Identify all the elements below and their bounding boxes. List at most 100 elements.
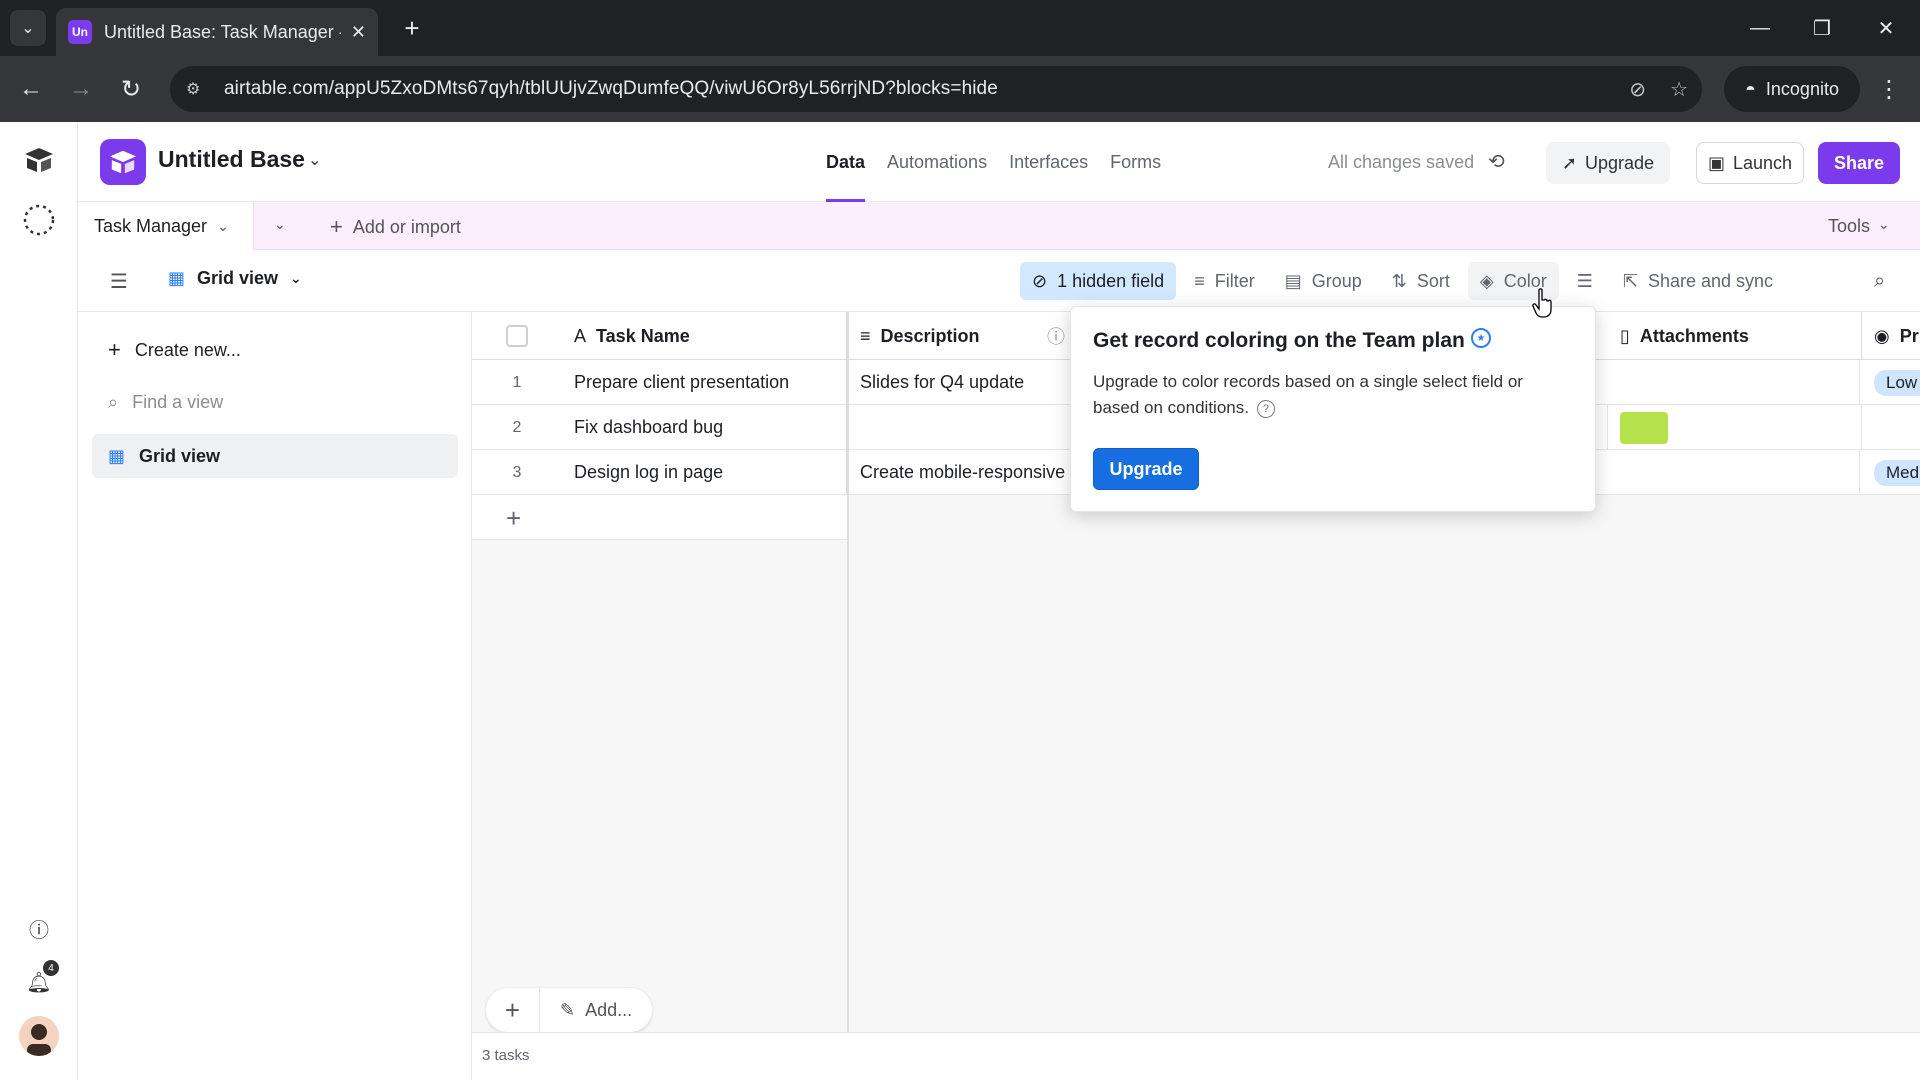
attachment-thumbnail[interactable] bbox=[1620, 411, 1668, 444]
base-name[interactable]: Untitled Base bbox=[158, 146, 305, 173]
row-number: 3 bbox=[512, 463, 522, 481]
popover-upgrade-button[interactable]: Upgrade bbox=[1093, 448, 1199, 490]
url-field[interactable]: ⚙ airtable.com/appU5ZxoDMts67qyh/tblUUjv… bbox=[170, 66, 1702, 112]
table-chevron-down-icon[interactable]: ⌄ bbox=[217, 218, 229, 235]
notifications-bell-icon[interactable]: 🔔︎ 4 bbox=[19, 960, 59, 1002]
filter-label: Filter bbox=[1214, 270, 1255, 291]
priority-cell[interactable]: Low bbox=[1862, 360, 1920, 405]
back-arrow-icon[interactable]: ← bbox=[14, 72, 48, 106]
task-name-cell[interactable]: Prepare client presentation bbox=[562, 360, 848, 405]
info-icon[interactable]: ⓘ bbox=[1047, 323, 1065, 349]
task-name-cell[interactable]: Fix dashboard bug bbox=[562, 405, 848, 450]
column-header-priority[interactable]: ◉ Pri bbox=[1862, 312, 1920, 360]
tools-menu[interactable]: Tools ⌄ bbox=[1828, 216, 1890, 237]
tab-close-icon[interactable]: ✕ bbox=[351, 22, 366, 43]
base-menu-chevron-down-icon[interactable]: ⌄ bbox=[308, 150, 321, 170]
add-with-ai-button[interactable]: ✎ Add... bbox=[540, 988, 652, 1032]
site-settings-icon[interactable]: ⚙ bbox=[186, 79, 208, 99]
column-header-attachments[interactable]: ▯ Attachments bbox=[1608, 312, 1862, 360]
sort-button[interactable]: ⇅ Sort bbox=[1380, 262, 1462, 300]
base-logo-icon[interactable] bbox=[100, 139, 146, 185]
add-or-import-button[interactable]: + Add or import bbox=[330, 214, 461, 240]
frozen-column-divider bbox=[847, 312, 849, 1032]
bottom-add-toolbar: + ✎ Add... bbox=[486, 988, 653, 1032]
tab-search-icon[interactable]: ⌄ bbox=[10, 10, 46, 46]
sidebar-view-label: Grid view bbox=[139, 445, 221, 466]
plus-icon: + bbox=[108, 337, 121, 362]
group-label: Group bbox=[1311, 270, 1362, 291]
primary-field-icon: A bbox=[574, 325, 587, 346]
task-name-cell[interactable]: Design log in page bbox=[562, 450, 848, 495]
new-tab-plus-icon[interactable]: + bbox=[396, 12, 428, 44]
row-number: 2 bbox=[512, 418, 522, 436]
browser-tab-active[interactable]: Un Untitled Base: Task Manager - / ✕ bbox=[56, 8, 378, 56]
create-new-view-button[interactable]: + Create new... bbox=[92, 328, 458, 372]
browser-menu-icon[interactable]: ⋮ bbox=[1872, 72, 1906, 106]
priority-cell[interactable]: Med bbox=[1862, 450, 1920, 495]
tools-chevron-down-icon: ⌄ bbox=[1878, 216, 1890, 232]
select-all-checkbox-cell[interactable] bbox=[472, 312, 562, 360]
tab-forms[interactable]: Forms bbox=[1110, 122, 1161, 202]
attachments-cell[interactable] bbox=[1608, 405, 1862, 450]
table-name: Task Manager bbox=[94, 215, 208, 236]
save-status: All changes saved bbox=[1328, 152, 1475, 172]
all-tables-chevron-down-icon[interactable]: ⌄ bbox=[274, 216, 286, 233]
group-button[interactable]: ▤ Group bbox=[1273, 262, 1374, 300]
incognito-badge[interactable]: ◓ Incognito bbox=[1724, 66, 1860, 112]
priority-cell[interactable] bbox=[1862, 405, 1920, 450]
close-window-icon[interactable]: ✕ bbox=[1866, 10, 1906, 46]
search-icon[interactable]: ⌕ bbox=[1874, 270, 1885, 293]
find-view-placeholder: Find a view bbox=[132, 391, 224, 412]
help-icon[interactable]: ⓘ bbox=[19, 908, 59, 948]
group-icon: ▤ bbox=[1284, 270, 1302, 291]
plus-icon: + bbox=[506, 503, 522, 533]
share-button[interactable]: Share bbox=[1818, 142, 1900, 184]
priority-pill: Med bbox=[1874, 459, 1920, 486]
eye-off-icon[interactable]: ⊘ bbox=[1629, 77, 1646, 102]
bookmark-star-icon[interactable]: ☆ bbox=[1670, 77, 1688, 102]
find-view-search-input[interactable]: ⌕ Find a view bbox=[92, 380, 458, 424]
record-count: 3 tasks bbox=[472, 1032, 1920, 1080]
upgrade-button-label: Upgrade bbox=[1585, 152, 1655, 173]
add-or-import-label: Add or import bbox=[352, 216, 461, 237]
create-new-label: Create new... bbox=[134, 339, 241, 360]
incognito-label: Incognito bbox=[1765, 78, 1839, 99]
team-plan-badge-icon: ★ bbox=[1471, 328, 1491, 348]
add-record-plus-icon[interactable]: + bbox=[486, 988, 540, 1032]
view-switcher[interactable]: ▦ Grid view ⌄ bbox=[168, 268, 302, 289]
long-text-icon: ≡ bbox=[860, 325, 871, 346]
add-record-row[interactable]: + bbox=[472, 495, 848, 540]
filter-button[interactable]: ≡ Filter bbox=[1182, 262, 1267, 300]
url-text: airtable.com/appU5ZxoDMts67qyh/tblUUjvZw… bbox=[224, 78, 998, 99]
column-header-task-name[interactable]: A Task Name bbox=[562, 312, 848, 360]
airtable-home-logo-icon[interactable] bbox=[19, 140, 59, 180]
user-avatar[interactable] bbox=[19, 1016, 59, 1056]
select-all-checkbox[interactable] bbox=[506, 325, 528, 347]
row-height-button[interactable]: ☰ bbox=[1565, 262, 1605, 300]
tab-interfaces[interactable]: Interfaces bbox=[1009, 122, 1088, 202]
table-tab-task-manager[interactable]: Task Manager ⌄ bbox=[78, 202, 254, 250]
help-question-icon[interactable]: ? bbox=[1256, 399, 1275, 418]
column-header-description[interactable]: ≡ Description ⓘ bbox=[848, 312, 1076, 360]
upgrade-button[interactable]: ➚ Upgrade bbox=[1546, 142, 1670, 184]
grid-icon: ▦ bbox=[108, 445, 126, 466]
share-and-sync-button[interactable]: ⇱ Share and sync bbox=[1611, 262, 1785, 300]
tab-automations[interactable]: Automations bbox=[887, 122, 987, 202]
popover-title: Get record coloring on the Team plan bbox=[1093, 329, 1465, 352]
notification-count-badge: 4 bbox=[43, 960, 59, 976]
minimize-icon[interactable]: — bbox=[1740, 10, 1780, 46]
forward-arrow-icon[interactable]: → bbox=[64, 72, 98, 106]
reload-icon[interactable]: ↻ bbox=[114, 72, 148, 106]
workspace-loading-icon[interactable] bbox=[19, 200, 59, 240]
hidden-fields-button[interactable]: ⊘ 1 hidden field bbox=[1020, 262, 1177, 300]
view-name: Grid view bbox=[197, 268, 279, 288]
sidebar-item-grid-view[interactable]: ▦ Grid view bbox=[92, 434, 458, 478]
launch-button[interactable]: ▣ Launch bbox=[1696, 142, 1804, 184]
history-icon[interactable]: ⟲ bbox=[1488, 149, 1505, 174]
row-height-icon: ☰ bbox=[1576, 270, 1593, 291]
toggle-sidebar-menu-icon[interactable]: ☰ bbox=[110, 269, 128, 294]
browser-address-bar: ← → ↻ ⚙ airtable.com/appU5ZxoDMts67qyh/t… bbox=[0, 56, 1920, 122]
restore-window-icon[interactable]: ❐ bbox=[1802, 10, 1842, 46]
tab-data[interactable]: Data bbox=[826, 122, 866, 202]
eye-off-icon: ⊘ bbox=[1032, 270, 1048, 291]
